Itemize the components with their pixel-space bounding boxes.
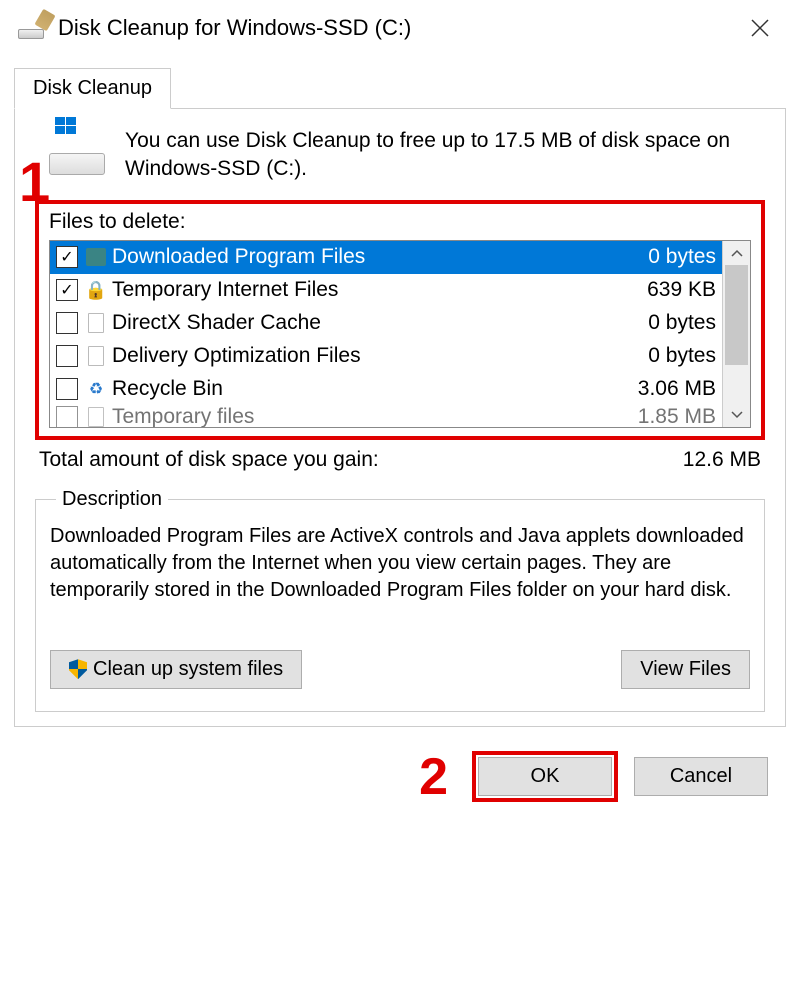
scroll-up-button[interactable] bbox=[723, 241, 750, 265]
list-item[interactable]: ✓ 🔒Temporary Internet Files 639 KB bbox=[50, 274, 722, 307]
tab-disk-cleanup[interactable]: Disk Cleanup bbox=[14, 68, 171, 109]
close-icon bbox=[750, 18, 770, 38]
files-section-highlight: Files to delete: ✓ Downloaded Program Fil… bbox=[35, 200, 765, 440]
uac-shield-icon bbox=[69, 659, 87, 679]
annotation-1: 1 bbox=[19, 149, 50, 214]
ok-button-highlight: OK bbox=[472, 751, 618, 802]
annotation-2: 2 bbox=[419, 747, 448, 807]
title-bar: Disk Cleanup for Windows-SSD (C:) bbox=[0, 0, 800, 54]
file-name: Temporary Internet Files bbox=[112, 278, 637, 302]
list-item[interactable]: ✓ Downloaded Program Files 0 bytes bbox=[50, 241, 722, 274]
checkbox[interactable]: ✓ bbox=[56, 279, 78, 301]
file-type-icon bbox=[86, 311, 106, 335]
description-legend: Description bbox=[56, 488, 168, 511]
file-name: Downloaded Program Files bbox=[112, 245, 638, 269]
close-button[interactable] bbox=[732, 8, 788, 48]
checkbox[interactable] bbox=[56, 345, 78, 367]
total-space-label: Total amount of disk space you gain: bbox=[39, 448, 379, 472]
intro-text: You can use Disk Cleanup to free up to 1… bbox=[125, 127, 765, 184]
file-size: 639 KB bbox=[647, 278, 716, 302]
list-item[interactable]: Temporary files 1.85 MB bbox=[50, 406, 722, 427]
file-type-icon bbox=[86, 245, 106, 269]
view-files-button[interactable]: View Files bbox=[621, 650, 750, 689]
description-text: Downloaded Program Files are ActiveX con… bbox=[50, 523, 750, 604]
tab-strip: Disk Cleanup bbox=[14, 68, 786, 109]
chevron-up-icon bbox=[731, 249, 743, 257]
file-name: Temporary files bbox=[112, 406, 628, 427]
file-type-icon: 🔒 bbox=[86, 278, 106, 302]
checkbox[interactable] bbox=[56, 406, 78, 427]
files-list[interactable]: ✓Downloaded Program Files0 bytes✓🔒Tempor… bbox=[49, 240, 751, 428]
checkbox[interactable]: ✓ bbox=[56, 246, 78, 268]
list-item[interactable]: ♻Recycle Bin 3.06 MB bbox=[50, 373, 722, 406]
scrollbar-thumb[interactable] bbox=[725, 265, 748, 365]
checkbox[interactable] bbox=[56, 378, 78, 400]
description-group: Description Downloaded Program Files are… bbox=[35, 488, 765, 712]
disk-cleanup-icon bbox=[18, 17, 48, 39]
ok-button[interactable]: OK bbox=[478, 757, 612, 796]
checkbox[interactable] bbox=[56, 312, 78, 334]
file-name: DirectX Shader Cache bbox=[112, 311, 638, 335]
file-name: Delivery Optimization Files bbox=[112, 344, 638, 368]
file-type-icon: ♻ bbox=[86, 377, 106, 401]
scroll-down-button[interactable] bbox=[723, 403, 750, 427]
file-type-icon bbox=[86, 344, 106, 368]
files-to-delete-label: Files to delete: bbox=[49, 210, 751, 234]
file-size: 0 bytes bbox=[648, 344, 716, 368]
file-size: 0 bytes bbox=[648, 245, 716, 269]
cleanup-system-files-label: Clean up system files bbox=[93, 658, 283, 681]
list-item[interactable]: Delivery Optimization Files 0 bytes bbox=[50, 340, 722, 373]
total-space-value: 12.6 MB bbox=[683, 448, 761, 472]
file-name: Recycle Bin bbox=[112, 377, 628, 401]
file-size: 1.85 MB bbox=[638, 406, 716, 427]
chevron-down-icon bbox=[731, 411, 743, 419]
list-item[interactable]: DirectX Shader Cache 0 bytes bbox=[50, 307, 722, 340]
file-size: 3.06 MB bbox=[638, 377, 716, 401]
tab-panel: 1 You can use Disk Cleanup to free up to… bbox=[14, 109, 786, 727]
cleanup-system-files-button[interactable]: Clean up system files bbox=[50, 650, 302, 689]
drive-icon bbox=[49, 127, 109, 175]
file-type-icon bbox=[86, 406, 106, 427]
window-title: Disk Cleanup for Windows-SSD (C:) bbox=[58, 15, 732, 41]
cancel-button[interactable]: Cancel bbox=[634, 757, 768, 796]
scrollbar[interactable] bbox=[722, 241, 750, 427]
file-size: 0 bytes bbox=[648, 311, 716, 335]
